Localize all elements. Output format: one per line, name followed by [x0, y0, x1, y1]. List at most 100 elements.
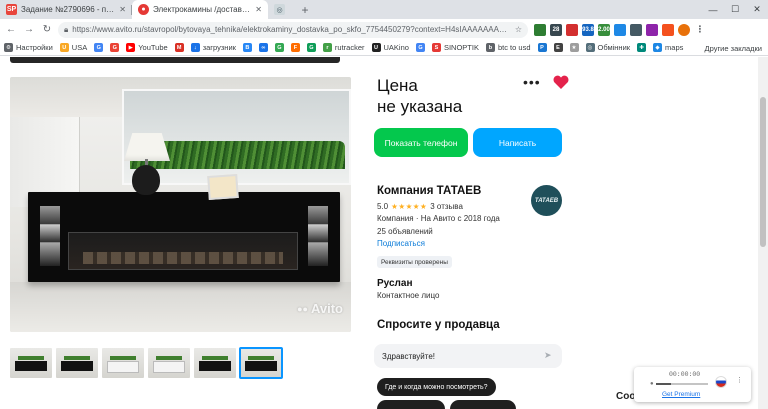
- thumbnail-plants: [110, 356, 136, 360]
- russia-flag-icon[interactable]: [715, 376, 727, 388]
- bookmark-label: rutracker: [334, 43, 365, 52]
- extension-icon[interactable]: 2.00: [598, 23, 610, 36]
- close-tab-icon[interactable]: ✕: [119, 5, 126, 14]
- bookmark-favicon-icon: G: [110, 43, 120, 52]
- subscribe-link[interactable]: Подписаться: [377, 239, 425, 248]
- close-window-icon[interactable]: ✕: [746, 0, 768, 19]
- page-scrollbar[interactable]: [758, 57, 768, 409]
- minimize-icon[interactable]: —: [702, 0, 724, 19]
- bookmark-item[interactable]: ✚: [637, 43, 647, 52]
- bookmark-item[interactable]: ◎ Обмінник: [585, 43, 630, 52]
- seller-ads-count[interactable]: 25 объявлений: [377, 227, 433, 236]
- bookmark-item[interactable]: U USA: [59, 43, 88, 52]
- bookmark-item[interactable]: ↓ загрузник: [190, 43, 236, 52]
- bookmark-favicon-icon: G: [415, 43, 425, 52]
- bookmark-item[interactable]: G: [415, 43, 425, 52]
- bookmark-item[interactable]: M: [174, 43, 184, 52]
- photo-thumbnail[interactable]: [102, 348, 144, 378]
- bookmark-item[interactable]: ▶ YouTube: [126, 43, 168, 52]
- bookmark-item[interactable]: B: [242, 43, 252, 52]
- extension-icon[interactable]: [534, 23, 546, 36]
- tab-third[interactable]: ◎: [268, 0, 296, 19]
- play-dot-icon[interactable]: ●: [650, 381, 654, 387]
- address-bar[interactable]: 🔒︎ https://www.avito.ru/stavropol/bytova…: [58, 21, 528, 38]
- other-bookmarks[interactable]: Другие закладки: [697, 40, 762, 55]
- favorite-heart-icon[interactable]: [553, 75, 569, 89]
- new-tab-button[interactable]: +: [296, 0, 314, 19]
- bookmark-favicon-icon: ∞: [258, 43, 268, 52]
- photo-thumbnail[interactable]: [194, 348, 236, 378]
- title-cut-off: [10, 57, 340, 63]
- forward-icon[interactable]: →: [22, 23, 36, 37]
- avito-listing-page: ●● Avito Цена не указана ••• Показать те…: [0, 57, 768, 409]
- contact-name: Руслан: [377, 278, 413, 289]
- bookmark-item[interactable]: S SINOPTIK: [431, 43, 479, 52]
- reload-icon[interactable]: ↻: [40, 23, 54, 37]
- widget-menu-icon[interactable]: ⋮: [736, 376, 743, 384]
- more-options-icon[interactable]: •••: [523, 75, 541, 89]
- extension-icon[interactable]: [646, 23, 658, 36]
- bookmark-item[interactable]: r rutracker: [322, 43, 365, 52]
- verified-badge: Реквизиты проверены: [377, 256, 452, 268]
- cut-off-heading: Coo: [616, 391, 636, 402]
- watermark-text: Avito: [310, 301, 343, 316]
- bookmark-item[interactable]: b btc to usd: [485, 43, 531, 52]
- back-icon[interactable]: ←: [4, 23, 18, 37]
- seller-logo[interactable]: ТАТАЕВ: [531, 185, 562, 216]
- lock-icon: 🔒︎: [64, 24, 69, 34]
- photo-thumbnail[interactable]: [148, 348, 190, 378]
- write-message-button[interactable]: Написать: [473, 128, 562, 157]
- maximize-icon[interactable]: ☐: [724, 0, 746, 19]
- message-input[interactable]: [374, 344, 562, 368]
- bookmark-item[interactable]: ★: [569, 43, 579, 52]
- thumbnail-plants: [64, 356, 90, 360]
- seller-rating[interactable]: 5.0 ★★★★★ 3 отзыва: [377, 202, 463, 211]
- tab-assignment[interactable]: SP Задание №2790696 - просмотр з ✕: [0, 0, 132, 19]
- extension-icon[interactable]: [630, 23, 642, 36]
- extension-icon[interactable]: 28: [550, 23, 562, 36]
- bookmark-item[interactable]: G: [274, 43, 284, 52]
- tab-avito-active[interactable]: ● Электрокамины /доставка по ск ✕: [132, 0, 268, 19]
- bookmark-item[interactable]: U UAKino: [371, 43, 409, 52]
- bookmark-favicon-icon: S: [431, 43, 441, 52]
- bookmark-item[interactable]: ∞: [258, 43, 268, 52]
- bookmark-item[interactable]: ⚙ Настройки: [4, 43, 53, 52]
- bookmark-star-icon[interactable]: ☆: [515, 25, 522, 34]
- bookmark-favicon-icon: r: [322, 43, 332, 52]
- scrollbar-thumb[interactable]: [760, 97, 766, 247]
- send-icon[interactable]: ➤: [544, 350, 552, 361]
- seller-name[interactable]: Компания ТАТАЕВ: [377, 185, 481, 197]
- thumbnail-plants: [248, 356, 274, 360]
- bookmark-item[interactable]: G: [110, 43, 120, 52]
- browser-menu-icon[interactable]: ⋮: [694, 24, 706, 36]
- photo-thumbnail[interactable]: [10, 348, 52, 378]
- quick-question-chip[interactable]: Где и когда можно посмотреть?: [377, 378, 496, 396]
- tab-title: Задание №2790696 - просмотр з: [21, 5, 116, 14]
- main-photo[interactable]: ●● Avito: [10, 77, 351, 332]
- photo-thumbnail[interactable]: [56, 348, 98, 378]
- quick-question-chip[interactable]: [377, 400, 445, 409]
- bookmark-item[interactable]: F: [290, 43, 300, 52]
- bookmark-label: USA: [71, 43, 88, 52]
- overlay-widget[interactable]: 00:00:00 ● ⋮ Get Premium: [634, 367, 751, 402]
- bookmark-favicon-icon: ▶: [126, 43, 136, 52]
- bookmark-item[interactable]: G: [306, 43, 316, 52]
- bookmark-item[interactable]: P: [537, 43, 547, 52]
- bookmark-item[interactable]: ◆ maps: [653, 43, 683, 52]
- reviews-count: 3 отзыва: [430, 202, 463, 211]
- quick-question-chip[interactable]: [450, 400, 516, 409]
- close-tab-icon[interactable]: ✕: [255, 5, 262, 14]
- extension-icon[interactable]: [662, 23, 674, 36]
- bookmark-item[interactable]: E: [553, 43, 563, 52]
- extension-icon[interactable]: [614, 23, 626, 36]
- globe-favicon-icon: ◎: [274, 4, 285, 15]
- profile-avatar-icon[interactable]: [678, 23, 690, 36]
- photo-thumbnail[interactable]: [239, 347, 283, 379]
- extensions-area: 28 93.8 2.00 ⋮: [534, 23, 706, 36]
- widget-progress-bar[interactable]: [656, 383, 708, 385]
- show-phone-button[interactable]: Показать телефон: [374, 128, 468, 157]
- extension-icon[interactable]: 93.8: [582, 23, 594, 36]
- extension-icon[interactable]: [566, 23, 578, 36]
- bookmark-item[interactable]: G: [94, 43, 104, 52]
- get-premium-link[interactable]: Get Premium: [662, 391, 700, 398]
